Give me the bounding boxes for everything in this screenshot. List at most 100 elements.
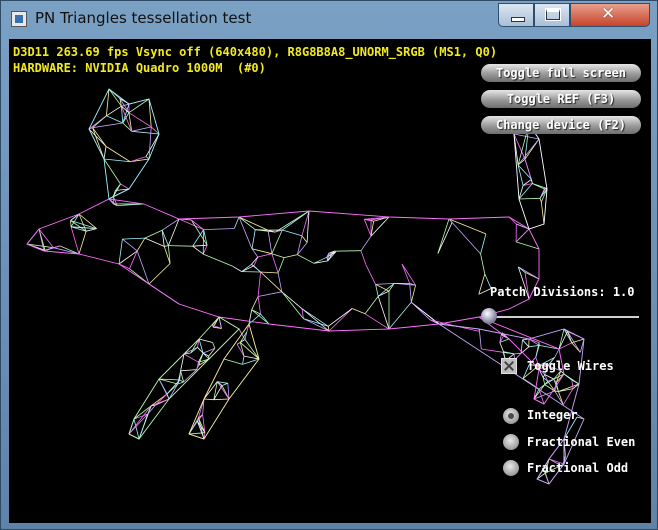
- wire-edge: [212, 342, 216, 349]
- wire-edge: [242, 356, 245, 365]
- wire-edge: [236, 344, 245, 357]
- toggle-wires-label[interactable]: Toggle Wires: [527, 359, 614, 373]
- wire-edge: [535, 342, 540, 358]
- wire-edge: [251, 264, 261, 273]
- wire-edge: [282, 229, 303, 237]
- wire-edge: [251, 296, 259, 310]
- wire-edge: [448, 218, 481, 255]
- wire-edge: [532, 183, 546, 189]
- wire-edge: [480, 253, 486, 275]
- hardware-line: HARDWARE: NVIDIA Quadro 1000M (#0): [13, 61, 266, 75]
- wire-edge: [277, 257, 285, 274]
- wire-edge: [260, 271, 279, 274]
- app-window: PN Triangles tessellation test ✕ D3D11 2…: [0, 0, 658, 530]
- wire-edge: [377, 296, 390, 330]
- radio-integer[interactable]: [503, 408, 519, 424]
- radio-integer-label[interactable]: Integer: [527, 408, 578, 422]
- wire-edge: [106, 105, 122, 117]
- toggle-ref-button[interactable]: Toggle REF (F3): [481, 90, 641, 108]
- wire-edge: [221, 382, 228, 386]
- wire-edge: [145, 156, 150, 160]
- wire-edge: [515, 228, 530, 243]
- wire-edge: [539, 198, 542, 203]
- wire-edge: [144, 237, 165, 247]
- wire-edge: [251, 229, 256, 249]
- wire-edge: [92, 127, 107, 147]
- wire-edge: [78, 231, 87, 255]
- wire-edge: [244, 339, 260, 360]
- wire-edge: [326, 257, 329, 261]
- wire-edge: [327, 308, 353, 327]
- radio-fractional-even-label[interactable]: Fractional Even: [527, 435, 635, 449]
- wire-outline: [26, 198, 540, 332]
- wire-edge: [118, 239, 123, 265]
- toggle-full-screen-button[interactable]: Toggle full screen: [481, 64, 641, 82]
- wire-edge: [558, 383, 580, 392]
- wire-edge: [528, 345, 540, 348]
- wire-edge: [388, 302, 412, 330]
- wire-edge: [180, 369, 197, 372]
- maximize-button[interactable]: [534, 3, 570, 27]
- wire-edge: [558, 328, 565, 350]
- wire-edge: [479, 331, 482, 350]
- wire-edge: [108, 88, 122, 107]
- wire-edge: [122, 238, 138, 252]
- window-title: PN Triangles tessellation test: [35, 9, 252, 27]
- wire-edge: [192, 229, 204, 247]
- wire-edge: [136, 237, 146, 252]
- wire-edge: [297, 254, 315, 264]
- wire-edge: [540, 201, 545, 225]
- wire-edge: [364, 296, 379, 315]
- wire-edge: [131, 126, 152, 132]
- wire-edge: [558, 331, 568, 350]
- wire-edge: [554, 348, 560, 358]
- wire-edge: [352, 308, 366, 315]
- wire-edge: [363, 219, 372, 237]
- wire-edge: [203, 228, 235, 230]
- wire-edge: [409, 283, 412, 303]
- wire-edge: [92, 127, 105, 160]
- wire-edge: [103, 146, 107, 160]
- title-bar[interactable]: PN Triangles tessellation test ✕: [1, 1, 657, 39]
- wire-edge: [148, 263, 171, 285]
- change-device-button[interactable]: Change device (F2): [481, 116, 641, 134]
- wire-edge: [198, 352, 204, 366]
- wire-edge: [183, 353, 199, 363]
- wire-edge: [147, 404, 156, 415]
- wire-edge: [131, 130, 160, 135]
- patch-divisions-label: Patch Divisions: 1.0: [490, 285, 635, 299]
- wire-edge: [122, 237, 145, 240]
- patch-divisions-slider[interactable]: [489, 316, 639, 318]
- wire-edge: [271, 253, 285, 258]
- wire-edge: [375, 284, 379, 297]
- render-viewport[interactable]: D3D11 263.69 fps Vsync off (640x480), R8…: [9, 39, 651, 523]
- wire-edge: [301, 308, 329, 327]
- wire-edge: [168, 245, 193, 247]
- radio-fractional-even[interactable]: [503, 434, 519, 450]
- toggle-wires-checkbox[interactable]: [501, 358, 517, 374]
- patch-divisions-slider-thumb[interactable]: [481, 308, 497, 324]
- wire-edge: [365, 264, 376, 285]
- wire-edge: [233, 216, 240, 229]
- wire-edge: [70, 213, 80, 221]
- app-window-icon: [11, 11, 27, 27]
- wire-edge: [213, 398, 230, 401]
- wire-edge: [539, 345, 560, 350]
- wire-edge: [257, 253, 272, 258]
- wire-edge: [518, 197, 541, 200]
- wire-edge: [478, 273, 486, 295]
- wire-edge: [522, 339, 530, 348]
- minimize-button[interactable]: [498, 3, 534, 27]
- wire-edge: [437, 222, 453, 254]
- wire-edge: [284, 254, 298, 258]
- wire-edge: [86, 228, 97, 232]
- radio-fractional-odd[interactable]: [503, 460, 519, 476]
- wire-edge: [145, 133, 160, 157]
- wire-edge: [44, 247, 54, 251]
- wire-edge: [198, 338, 213, 343]
- close-button[interactable]: ✕: [570, 3, 650, 27]
- wire-edge: [448, 218, 487, 235]
- radio-fractional-odd-label[interactable]: Fractional Odd: [527, 461, 628, 475]
- wire-edge: [267, 230, 273, 254]
- wire-edge: [202, 245, 208, 255]
